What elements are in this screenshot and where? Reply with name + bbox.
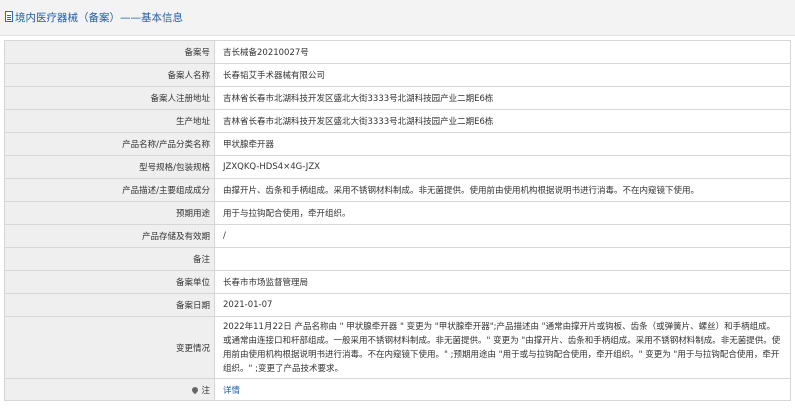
row-label: 备注	[4, 247, 215, 271]
pin-icon	[191, 385, 200, 395]
row-value	[214, 247, 791, 271]
row-label: 产品名称/产品分类名称	[4, 132, 215, 156]
table-row: 产品存储及有效期 /	[4, 224, 791, 248]
row-label: 备案人名称	[4, 63, 215, 87]
page-title: 境内医疗器械（备案）——基本信息	[15, 12, 183, 24]
table-row: 产品名称/产品分类名称 甲状腺牵开器	[4, 132, 791, 156]
row-label: 备案人注册地址	[4, 86, 215, 110]
page-header: 境内医疗器械（备案）——基本信息	[0, 0, 795, 36]
row-value: JZXQKQ-HDS4×4G-JZX	[214, 155, 791, 179]
row-value: 甲状腺牵开器	[214, 132, 791, 156]
row-label: 预期用途	[4, 201, 215, 225]
document-icon	[5, 11, 13, 22]
row-value: 用于与拉钩配合使用，牵开组织。	[214, 201, 791, 225]
note-label: 注	[201, 385, 210, 396]
table-row: 备案日期 2021-01-07	[4, 293, 791, 317]
table-row: 型号规格/包装规格 JZXQKQ-HDS4×4G-JZX	[4, 155, 791, 179]
row-label: 产品描述/主要组成成分	[4, 178, 215, 202]
table-row: 产品描述/主要组成成分 由撑开片、齿条和手柄组成。采用不锈钢材料制成。非无菌提供…	[4, 178, 791, 202]
row-value: 长春市市场监督管理局	[214, 270, 791, 294]
row-value: 吉林省长春市北湖科技开发区盛北大街3333号北湖科技园产业二期E6栋	[214, 109, 791, 133]
change-label: 变更情况	[4, 316, 215, 379]
row-label: 产品存储及有效期	[4, 224, 215, 248]
row-value: 长春韬艾手术器械有限公司	[214, 63, 791, 87]
row-label: 型号规格/包装规格	[4, 155, 215, 179]
change-value: 2022年11月22日 产品名称由 " 甲状腺牵开器 " 变更为 "甲状腺牵开器…	[214, 316, 791, 379]
table-row: 备案单位 长春市市场监督管理局	[4, 270, 791, 294]
row-value: 由撑开片、齿条和手柄组成。采用不锈钢材料制成。非无菌提供。使用前由使用机构根据说…	[214, 178, 791, 202]
row-label: 备案单位	[4, 270, 215, 294]
row-value: 2021-01-07	[214, 293, 791, 317]
details-link[interactable]: 详情	[223, 386, 240, 396]
note-row: 注 详情	[4, 378, 791, 401]
row-value: 吉长械备20210027号	[214, 40, 791, 64]
table-row: 备案人名称 长春韬艾手术器械有限公司	[4, 63, 791, 87]
table-row: 生产地址 吉林省长春市北湖科技开发区盛北大街3333号北湖科技园产业二期E6栋	[4, 109, 791, 133]
row-value: 吉林省长春市北湖科技开发区盛北大街3333号北湖科技园产业二期E6栋	[214, 86, 791, 110]
table-row: 备注	[4, 247, 791, 271]
note-value: 详情	[214, 378, 791, 401]
row-label: 备案号	[4, 40, 215, 64]
row-label: 生产地址	[4, 109, 215, 133]
row-label: 备案日期	[4, 293, 215, 317]
table-row: 预期用途 用于与拉钩配合使用，牵开组织。	[4, 201, 791, 225]
change-row: 变更情况 2022年11月22日 产品名称由 " 甲状腺牵开器 " 变更为 "甲…	[4, 316, 791, 379]
row-value: /	[214, 224, 791, 248]
table-row: 备案号 吉长械备20210027号	[4, 40, 791, 64]
note-label-cell: 注	[4, 378, 215, 401]
info-table: 备案号 吉长械备20210027号 备案人名称 长春韬艾手术器械有限公司 备案人…	[4, 40, 791, 401]
table-row: 备案人注册地址 吉林省长春市北湖科技开发区盛北大街3333号北湖科技园产业二期E…	[4, 86, 791, 110]
